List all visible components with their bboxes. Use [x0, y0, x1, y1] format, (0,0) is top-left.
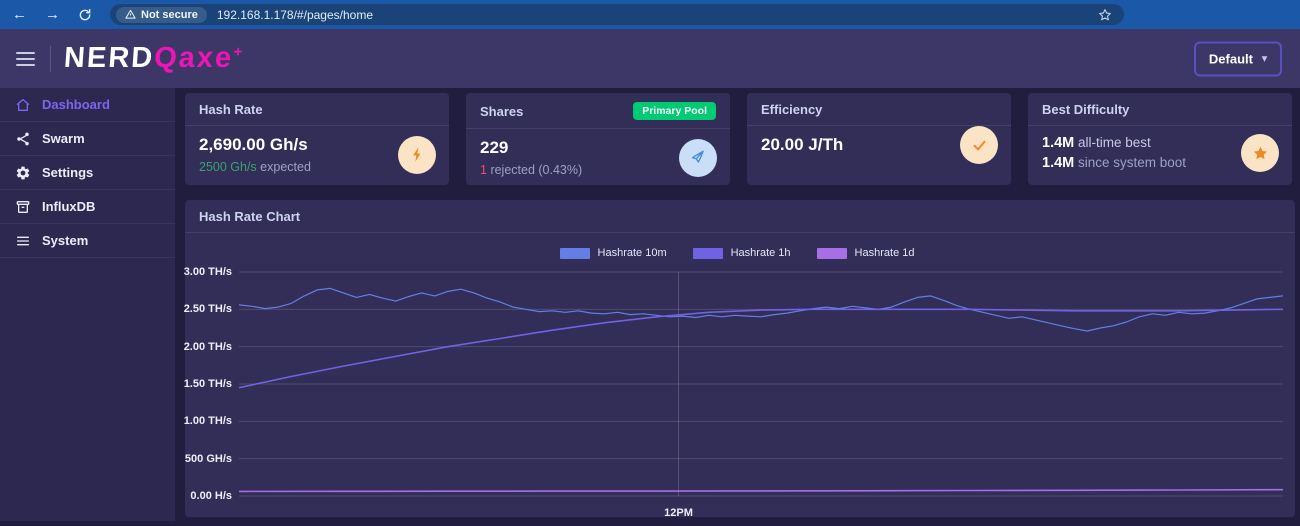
- browser-toolbar: ← → Not secure 192.168.1.178/#/pages/hom…: [0, 0, 1300, 29]
- chart-x-axis: 12PM: [239, 502, 1283, 526]
- check-icon: [971, 137, 988, 154]
- boot-value: 1.4M: [1042, 155, 1074, 171]
- legend-label: Hashrate 1d: [855, 247, 915, 259]
- app-header: NERDQaxe+ Default ▾: [0, 29, 1300, 88]
- best-difficulty-card: Best Difficulty 1.4M all-time best 1.4M …: [1028, 93, 1292, 185]
- all-time-label: all-time best: [1078, 135, 1151, 150]
- url-text: 192.168.1.178/#/pages/home: [217, 8, 373, 22]
- series-line-hashrate-1h: [239, 309, 1283, 387]
- x-axis-tick: 12PM: [664, 507, 693, 519]
- legend-swatch: [693, 248, 723, 259]
- primary-pool-badge: Primary Pool: [633, 102, 716, 120]
- profile-selector-label: Default: [1209, 51, 1253, 66]
- y-axis-tick: 3.00 TH/s: [184, 266, 232, 278]
- chart-legend: Hashrate 10m Hashrate 1h Hashrate 1d: [191, 237, 1283, 266]
- card-title: Shares: [480, 104, 523, 119]
- hashrate-chart[interactable]: [239, 266, 1283, 502]
- chart-title: Hash Rate Chart: [199, 209, 300, 224]
- logo-accent: Qaxe: [153, 42, 234, 74]
- star-icon: [1252, 145, 1269, 162]
- header-divider: [50, 46, 51, 72]
- profile-selector-button[interactable]: Default ▾: [1194, 41, 1282, 76]
- sidebar-item-label: System: [42, 233, 88, 248]
- logo-superscript: +: [233, 43, 245, 60]
- hash-rate-status-icon: [398, 136, 436, 174]
- chart-plot-area[interactable]: [239, 266, 1283, 502]
- home-icon: [15, 97, 31, 113]
- back-icon[interactable]: ←: [12, 7, 27, 22]
- refresh-icon[interactable]: [78, 8, 92, 22]
- logo-primary: NERD: [63, 42, 155, 74]
- boot-label: since system boot: [1078, 155, 1186, 170]
- expected-label: expected: [260, 160, 311, 174]
- legend-swatch: [817, 248, 847, 259]
- shares-card: Shares Primary Pool 229 1 rejected (0.43…: [466, 93, 730, 185]
- app-logo[interactable]: NERDQaxe+: [63, 42, 245, 75]
- efficiency-status-icon: [960, 126, 998, 164]
- address-bar[interactable]: Not secure 192.168.1.178/#/pages/home: [110, 4, 1124, 25]
- sidebar-item-label: Swarm: [42, 131, 85, 146]
- warning-icon: [125, 9, 136, 20]
- chevron-down-icon: ▾: [1262, 53, 1267, 64]
- sidebar-item-settings[interactable]: Settings: [0, 156, 175, 190]
- legend-label: Hashrate 1h: [731, 247, 791, 259]
- y-axis-tick: 1.00 TH/s: [184, 415, 232, 427]
- series-line-hashrate-1d: [239, 490, 1283, 492]
- legend-item[interactable]: Hashrate 1d: [817, 247, 915, 259]
- not-secure-label: Not secure: [141, 9, 198, 21]
- menu-toggle-icon[interactable]: [16, 52, 35, 66]
- efficiency-card: Efficiency 20.00 J/Th: [747, 93, 1011, 185]
- forward-icon[interactable]: →: [45, 7, 60, 22]
- y-axis-tick: 2.50 TH/s: [184, 303, 232, 315]
- sidebar-item-label: InfluxDB: [42, 199, 95, 214]
- sidebar-item-label: Dashboard: [42, 97, 110, 112]
- y-axis-tick: 500 GH/s: [185, 453, 232, 465]
- best-difficulty-status-icon: [1241, 134, 1279, 172]
- sidebar-nav: Dashboard Swarm Settings InfluxDB System: [0, 88, 175, 521]
- card-title: Efficiency: [761, 102, 822, 117]
- sidebar-item-system[interactable]: System: [0, 224, 175, 258]
- sidebar-item-label: Settings: [42, 165, 93, 180]
- shares-status-icon: [679, 139, 717, 177]
- y-axis-tick: 0.00 H/s: [190, 490, 232, 502]
- not-secure-badge[interactable]: Not secure: [116, 7, 207, 23]
- expected-value: 2500 Gh/s: [199, 160, 257, 174]
- paper-plane-icon: [689, 148, 707, 166]
- rejected-label: rejected (0.43%): [490, 163, 582, 177]
- card-title: Best Difficulty: [1042, 102, 1129, 117]
- bolt-icon: [409, 146, 426, 163]
- legend-swatch: [560, 248, 590, 259]
- share-nodes-icon: [15, 131, 31, 147]
- sidebar-item-swarm[interactable]: Swarm: [0, 122, 175, 156]
- hash-rate-chart-card: Hash Rate Chart Hashrate 10mHashrate 1hH…: [185, 200, 1295, 517]
- sidebar-item-influxdb[interactable]: InfluxDB: [0, 190, 175, 224]
- y-axis-tick: 1.50 TH/s: [184, 378, 232, 390]
- legend-item[interactable]: Hashrate 1h: [693, 247, 791, 259]
- database-icon: [15, 199, 31, 215]
- gear-icon: [15, 165, 31, 181]
- y-axis-tick: 2.00 TH/s: [184, 341, 232, 353]
- chart-y-axis: 3.00 TH/s2.50 TH/s2.00 TH/s1.50 TH/s1.00…: [191, 266, 239, 502]
- rejected-count: 1: [480, 163, 487, 177]
- hash-rate-card: Hash Rate 2,690.00 Gh/s 2500 Gh/s expect…: [185, 93, 449, 185]
- main-content: Hash Rate 2,690.00 Gh/s 2500 Gh/s expect…: [175, 88, 1300, 521]
- list-icon: [15, 233, 31, 249]
- all-time-value: 1.4M: [1042, 135, 1074, 151]
- legend-label: Hashrate 10m: [598, 247, 667, 259]
- card-title: Hash Rate: [199, 102, 263, 117]
- bookmark-star-icon[interactable]: [1098, 8, 1112, 22]
- legend-item[interactable]: Hashrate 10m: [560, 247, 667, 259]
- sidebar-item-dashboard[interactable]: Dashboard: [0, 88, 175, 122]
